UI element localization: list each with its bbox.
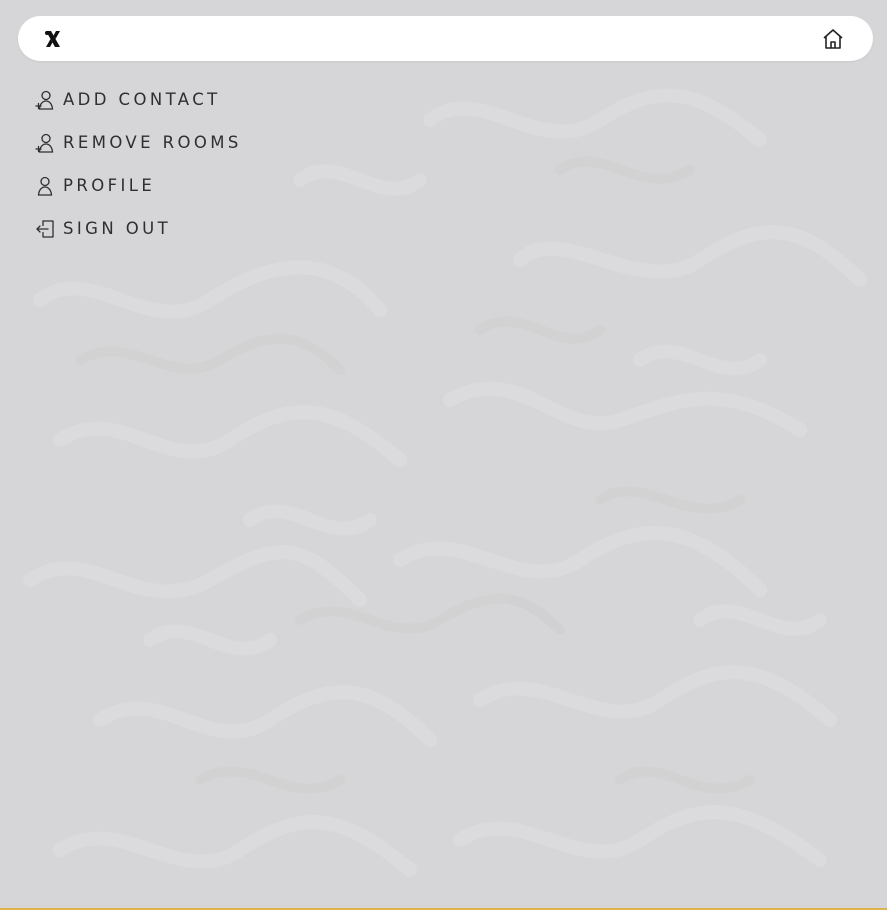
top-bar xyxy=(18,16,873,61)
menu-item-label: PROFILE xyxy=(63,176,156,195)
home-icon[interactable] xyxy=(821,27,845,51)
user-icon xyxy=(34,175,56,197)
menu-item-label: REMOVE ROOMS xyxy=(63,133,242,152)
add-user-icon xyxy=(34,89,56,111)
menu-item-label: SIGN OUT xyxy=(63,219,172,238)
menu-item-remove-rooms[interactable]: REMOVE ROOMS xyxy=(34,121,242,164)
x-logo-icon[interactable] xyxy=(42,28,64,50)
menu-item-add-contact[interactable]: ADD CONTACT xyxy=(34,78,242,121)
menu-item-sign-out[interactable]: SIGN OUT xyxy=(34,207,242,250)
side-menu: ADD CONTACT REMOVE ROOMS PROFILE SIGN OU… xyxy=(34,78,242,250)
menu-item-profile[interactable]: PROFILE xyxy=(34,164,242,207)
add-user-icon xyxy=(34,132,56,154)
menu-item-label: ADD CONTACT xyxy=(63,90,221,109)
sign-out-icon xyxy=(34,218,56,240)
